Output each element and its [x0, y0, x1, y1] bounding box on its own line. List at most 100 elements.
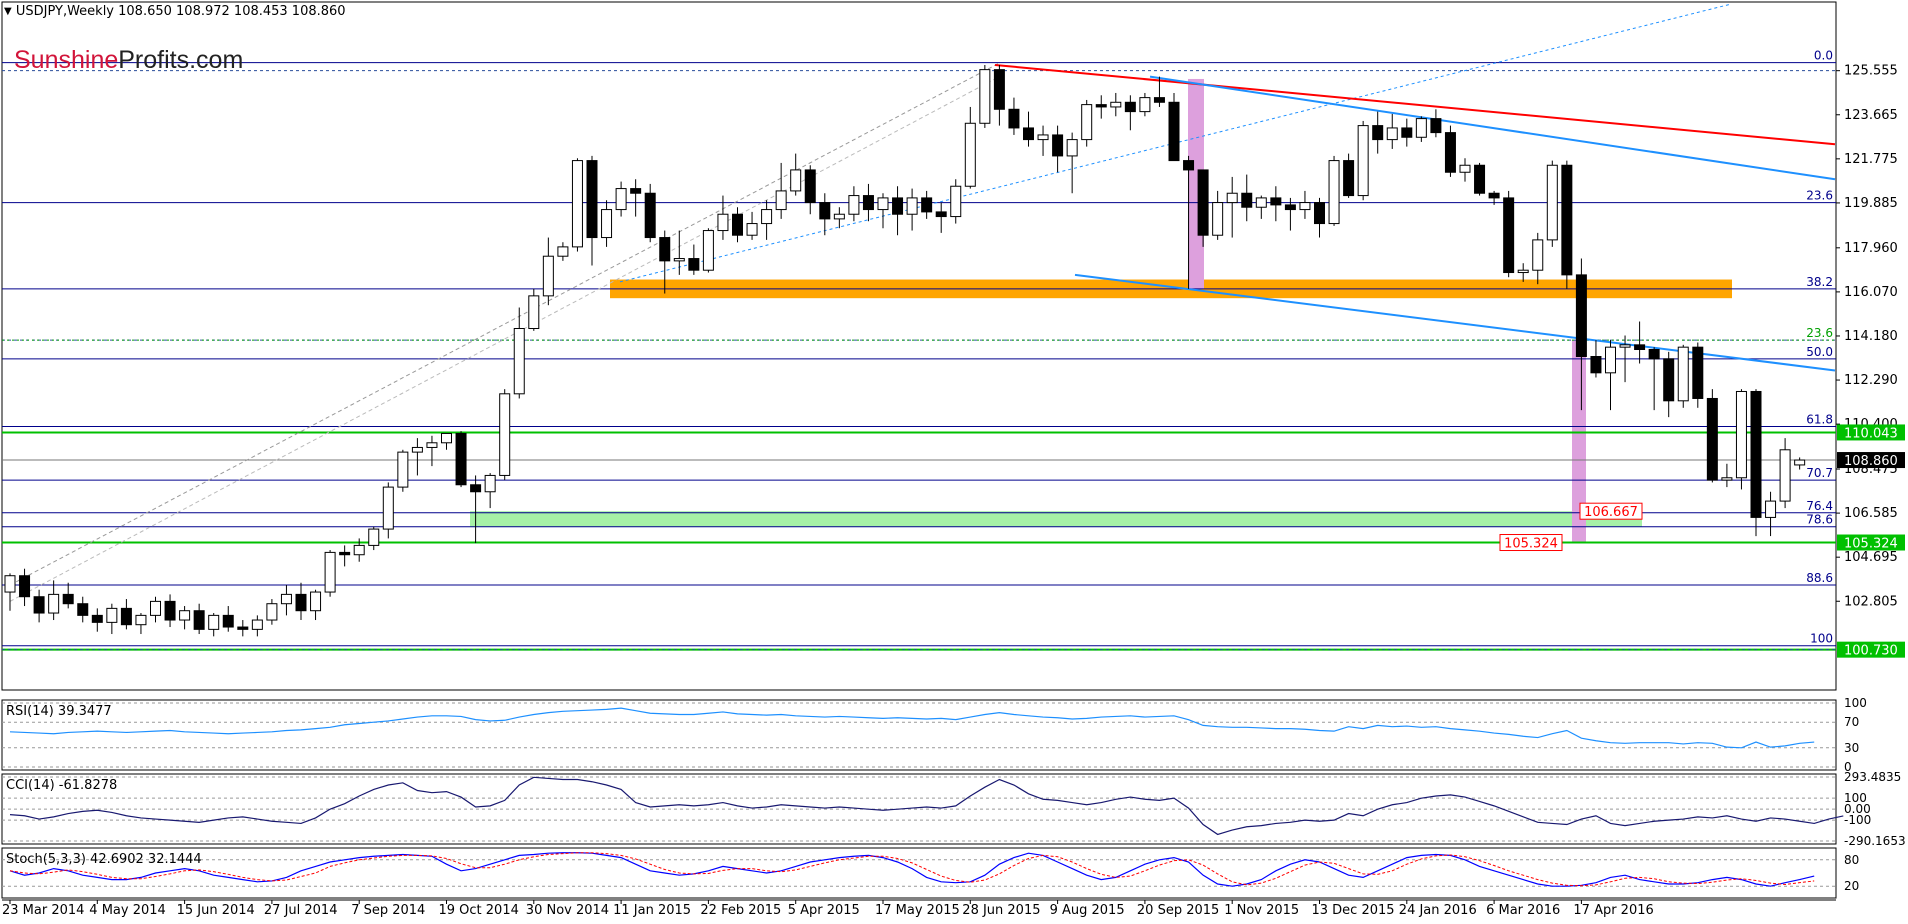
green-fib-label: 23.6: [1806, 326, 1833, 340]
price-tick-label: 114.180: [1844, 329, 1898, 344]
time-tick-label: 7 Sep 2014: [351, 903, 425, 918]
candle-body: [33, 596, 45, 614]
time-tick-label: 13 Dec 2015: [1312, 903, 1395, 918]
fib-level-label: 23.6: [1806, 189, 1833, 203]
candle-body: [1284, 204, 1296, 211]
time-tick-label: 28 Jun 2015: [962, 903, 1040, 918]
candle-body: [1066, 139, 1078, 157]
candle-body: [1430, 118, 1442, 134]
fib-level-label: 50.0: [1806, 345, 1833, 359]
candle-body: [906, 197, 918, 215]
brand-part-2: Profits.com: [118, 46, 244, 74]
candle-body: [1183, 160, 1195, 171]
candle-body: [397, 451, 409, 488]
price-panel-frame: [1, 1, 1837, 691]
time-tick-label: 24 Jan 2016: [1399, 903, 1477, 918]
candle-body: [601, 209, 613, 239]
candle-body: [382, 486, 394, 530]
time-tick-label: 4 May 2014: [89, 903, 166, 918]
candle-body: [848, 195, 860, 215]
candle-body: [528, 295, 540, 330]
price-tick-label: 102.805: [1844, 594, 1898, 609]
candle-body: [1488, 192, 1500, 199]
candle-body: [921, 197, 933, 213]
price-annotation-label: 106.667: [1584, 505, 1638, 520]
candle-body: [979, 69, 991, 124]
candle-body: [208, 614, 220, 630]
candle-body: [120, 607, 132, 626]
price-tick-label: 104.695: [1844, 550, 1898, 565]
fib-level-label: 61.8: [1806, 412, 1833, 426]
candle-body: [1779, 449, 1791, 502]
candle-body: [1517, 269, 1529, 274]
candle-body: [1474, 164, 1486, 194]
support-price-label: 105.324: [1844, 537, 1898, 552]
candle-body: [1226, 192, 1238, 204]
candle-body: [411, 446, 423, 453]
candle-body: [630, 188, 642, 194]
candle-body: [688, 258, 700, 271]
chart-canvas: 0.0 23.6 38.2 50.0 61.8 70.7 76.478.6 88.6 100 23…: [1, 1, 1906, 918]
candle-body: [62, 593, 74, 605]
indicator-level-label: -290.1653: [1844, 834, 1906, 848]
candle-body: [673, 258, 685, 262]
candle-body: [557, 246, 569, 257]
candle-body: [1663, 358, 1675, 402]
triangle-down-icon[interactable]: ▼: [4, 6, 12, 17]
candle-body: [150, 600, 161, 616]
price-tick-label: 125.555: [1844, 64, 1898, 79]
indicator-panel-frame: [1, 699, 1837, 771]
candle-body: [1401, 127, 1413, 138]
candle-body: [1314, 202, 1325, 225]
brand-part-1: Sunshine: [14, 46, 119, 74]
candle-body: [1648, 348, 1660, 360]
candle-body: [1735, 390, 1747, 479]
candle-body: [1095, 104, 1107, 108]
candle-body: [1124, 101, 1136, 113]
candle-body: [1706, 397, 1718, 481]
time-tick-label: 6 Mar 2016: [1486, 903, 1560, 918]
price-tick-label: 121.775: [1844, 152, 1898, 167]
time-tick-label: 1 Nov 2015: [1224, 903, 1299, 918]
price-tick-label: 106.585: [1844, 506, 1898, 521]
candle-body: [1444, 132, 1456, 173]
candle-body: [1023, 127, 1034, 141]
indicator-level-label: 293.4835: [1844, 770, 1901, 784]
candle-body: [1110, 101, 1122, 108]
indicator-panel-frame: [1, 773, 1837, 845]
candle-body: [1692, 346, 1704, 399]
price-tick-label: 119.885: [1844, 196, 1898, 211]
candle-body: [310, 591, 322, 612]
candle-body: [280, 593, 292, 605]
indicator-level-label: 80: [1844, 853, 1859, 867]
candle-body: [746, 223, 758, 236]
time-tick-label: 30 Nov 2014: [526, 903, 609, 918]
candle-body: [761, 209, 773, 225]
candle-body: [1052, 134, 1064, 157]
candle-body: [702, 230, 714, 271]
time-tick-label: 15 Jun 2014: [177, 903, 255, 918]
candle-body: [1299, 202, 1311, 211]
candle-body: [1343, 160, 1355, 197]
candle-body: [19, 575, 31, 598]
price-tick-label: 112.290: [1844, 373, 1898, 388]
candle-body: [586, 160, 598, 239]
time-tick-label: 11 Jan 2015: [613, 903, 691, 918]
candle-body: [1677, 346, 1689, 402]
candle-body: [295, 593, 307, 612]
fib-level-label: 76.4: [1806, 499, 1833, 513]
price-axis: 125.555 123.665 121.775 119.885 117.960 116.0…: [1836, 64, 1905, 659]
chart-title: ▼ USDJPY,Weekly 108.650 108.972 108.453 …: [4, 4, 346, 19]
support-price-label: 100.730: [1844, 644, 1898, 659]
candle-body: [237, 626, 249, 630]
fib-level-label: 38.2: [1806, 275, 1833, 289]
candle-body: [4, 575, 16, 593]
price-tick-label: 123.665: [1844, 108, 1898, 123]
candle-body: [877, 197, 889, 211]
candle-body: [353, 544, 365, 556]
candle-body: [339, 551, 351, 556]
candle-body: [862, 195, 874, 211]
candle-body: [1561, 164, 1573, 276]
time-tick-label: 19 Oct 2014: [439, 903, 519, 918]
candle-body: [1634, 344, 1646, 350]
